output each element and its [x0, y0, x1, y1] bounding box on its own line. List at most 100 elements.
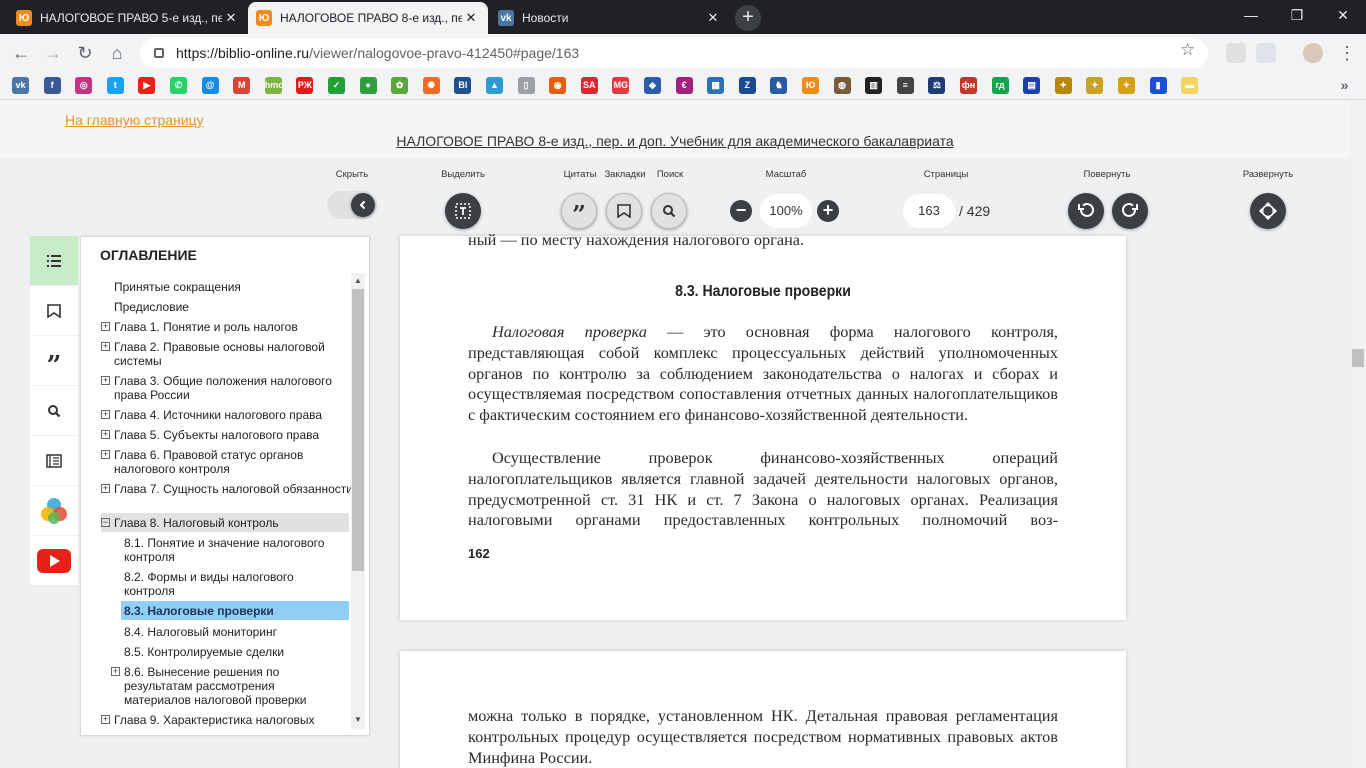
toc-tab-button[interactable]: [30, 236, 78, 285]
eagle-icon[interactable]: ✦: [1054, 77, 1072, 94]
chrome-menu-icon[interactable]: ⋮: [1334, 40, 1360, 66]
green-circle-icon[interactable]: ●: [359, 77, 377, 94]
toc-item-chapter-2[interactable]: + Глава 2. Правовые основы налоговой сист…: [101, 340, 351, 368]
search-tab-button[interactable]: [30, 386, 78, 435]
sber-icon[interactable]: ✓: [328, 77, 345, 94]
toc-scrollbar[interactable]: ▲ ▼: [351, 273, 365, 729]
gd-icon[interactable]: гд: [991, 77, 1009, 94]
expand-plus-icon[interactable]: +: [101, 715, 110, 724]
tab-close-icon[interactable]: ✕: [704, 10, 722, 26]
toc-item-chapter-6[interactable]: + Глава 6. Правовой статус органов налого…: [101, 448, 351, 476]
expand-plus-icon[interactable]: +: [101, 430, 110, 439]
quotes-tab-button[interactable]: ”: [30, 336, 78, 385]
expand-plus-icon[interactable]: +: [101, 410, 110, 419]
bookmarks-button[interactable]: [606, 193, 642, 229]
emblem-icon[interactable]: ◆: [644, 77, 661, 94]
back-button[interactable]: ←: [8, 40, 34, 66]
expand-plus-icon[interactable]: +: [101, 342, 110, 351]
toc-item-chapter-4[interactable]: + Глава 4. Источники налогового права: [101, 408, 351, 422]
book-icon[interactable]: ▮: [1149, 77, 1167, 94]
bookmarks-overflow-icon[interactable]: »: [1336, 77, 1353, 94]
e-icon[interactable]: €: [675, 77, 693, 94]
court-icon[interactable]: ⚖: [928, 77, 946, 94]
scroll-down-arrow-icon[interactable]: ▼: [354, 715, 362, 724]
zoom-in-button[interactable]: +: [817, 200, 839, 222]
toc-item-chapter-5[interactable]: + Глава 5. Субъекты налогового права: [101, 428, 351, 442]
hmc-icon[interactable]: hmc: [264, 77, 283, 94]
z-icon[interactable]: Z: [738, 77, 756, 94]
toc-item-abbreviations[interactable]: Принятые сокращения: [114, 280, 351, 294]
toc-item-8-4[interactable]: 8.4. Налоговый мониторинг: [124, 625, 344, 639]
page-number-input[interactable]: 163: [903, 194, 955, 228]
bars-icon[interactable]: ≡: [896, 77, 914, 94]
tab-close-icon[interactable]: ✕: [222, 10, 240, 26]
select-text-button[interactable]: [445, 193, 481, 229]
expand-plus-icon[interactable]: +: [101, 484, 110, 493]
yurait-icon[interactable]: Ю: [802, 77, 819, 94]
mail-at-icon[interactable]: @: [201, 77, 219, 94]
partner-logo-button[interactable]: [30, 486, 78, 535]
expand-plus-icon[interactable]: +: [101, 376, 110, 385]
notes-tab-button[interactable]: [30, 436, 78, 485]
toc-item-chapter-3[interactable]: + Глава 3. Общие положения налогового пра…: [101, 374, 351, 402]
eagle2-icon[interactable]: ✦: [1086, 77, 1104, 94]
toc-item-8-1[interactable]: 8.1. Понятие и значение налогового контр…: [124, 536, 344, 564]
home-page-link[interactable]: На главную страницу: [65, 112, 204, 128]
bank-icon[interactable]: ▤: [1023, 77, 1041, 94]
scroll-up-arrow-icon[interactable]: ▲: [354, 276, 362, 285]
home-button[interactable]: ⌂: [104, 40, 130, 66]
expand-plus-icon[interactable]: +: [111, 667, 120, 676]
toc-scroll-thumb[interactable]: [352, 289, 364, 571]
toc-item-chapter-8[interactable]: − Глава 8. Налоговый контроль: [101, 516, 351, 530]
rotate-left-button[interactable]: [1068, 193, 1104, 229]
page-scrollbar[interactable]: [1350, 101, 1366, 768]
profile-avatar[interactable]: [1303, 43, 1323, 63]
tab-novosti[interactable]: vk Новости ✕: [490, 2, 730, 34]
zoom-out-button[interactable]: −: [730, 200, 752, 222]
quotes-button[interactable]: ”: [561, 193, 597, 229]
tab-close-icon[interactable]: ✕: [462, 10, 480, 26]
rzd-icon[interactable]: РЖ: [296, 77, 314, 94]
tab-nalogovoe-pravo-8[interactable]: Ю НАЛОГОВОЕ ПРАВО 8-е изд., пе ✕: [248, 2, 488, 34]
horse-icon[interactable]: ♞: [770, 77, 788, 94]
table-icon[interactable]: ▥: [865, 77, 883, 94]
address-bar[interactable]: https://biblio-online.ru/viewer/nalogovo…: [140, 38, 1208, 68]
maximize-button[interactable]: ❐: [1274, 0, 1320, 32]
facebook-icon[interactable]: f: [43, 77, 61, 94]
toc-item-8-5[interactable]: 8.5. Контролируемые сделки: [124, 645, 344, 659]
forward-button[interactable]: →: [40, 40, 66, 66]
biblio-icon[interactable]: Bl: [454, 77, 472, 94]
toc-item-chapter-7[interactable]: + Глава 7. Сущность налоговой обязанности: [101, 482, 351, 496]
instagram-icon[interactable]: ◎: [75, 77, 93, 94]
minimize-button[interactable]: —: [1228, 0, 1274, 32]
orange-gear-icon[interactable]: ✺: [422, 77, 440, 94]
toc-item-8-6[interactable]: +8.6. Вынесение решения по результатам р…: [111, 665, 324, 707]
tab-nalogovoe-pravo-5[interactable]: Ю НАЛОГОВОЕ ПРАВО 5-е изд., пе ✕: [8, 2, 248, 34]
whatsapp-icon[interactable]: ✆: [170, 77, 187, 94]
youtube-button[interactable]: [30, 536, 78, 585]
toc-item-chapter-9[interactable]: + Глава 9. Характеристика налоговых: [101, 713, 351, 727]
expand-plus-icon[interactable]: +: [101, 450, 110, 459]
search-button[interactable]: [651, 193, 687, 229]
pdf-extension-icon[interactable]: [1226, 43, 1246, 63]
seal-icon[interactable]: ◍: [833, 77, 851, 94]
vk-icon[interactable]: vk: [12, 77, 29, 94]
page-scroll-thumb[interactable]: [1352, 349, 1364, 367]
grid-icon[interactable]: ▦: [707, 77, 725, 94]
folder-icon[interactable]: ▬: [1181, 77, 1199, 94]
toc-item-chapter-1[interactable]: + Глава 1. Понятие и роль налогов: [101, 320, 351, 334]
hide-toggle[interactable]: [327, 191, 377, 219]
mg-icon[interactable]: MG: [612, 77, 630, 94]
bookmark-star-icon[interactable]: ☆: [1180, 40, 1195, 60]
book-title-link[interactable]: НАЛОГОВОЕ ПРАВО 8-е изд., пер. и доп. Уч…: [0, 133, 1350, 149]
page-icon[interactable]: ▯: [517, 77, 535, 94]
ring-icon[interactable]: ◉: [549, 77, 567, 94]
clover-icon[interactable]: ✿: [391, 77, 409, 94]
toc-item-8-3[interactable]: 8.3. Налоговые проверки: [124, 604, 344, 618]
close-window-button[interactable]: ✕: [1320, 0, 1366, 32]
toc-item-preface[interactable]: Предисловие: [114, 300, 351, 314]
landscape-icon[interactable]: ▲: [486, 77, 503, 94]
sa-icon[interactable]: SA: [580, 77, 598, 94]
youtube-icon[interactable]: ▶: [138, 77, 156, 94]
new-tab-button[interactable]: +: [735, 5, 761, 31]
